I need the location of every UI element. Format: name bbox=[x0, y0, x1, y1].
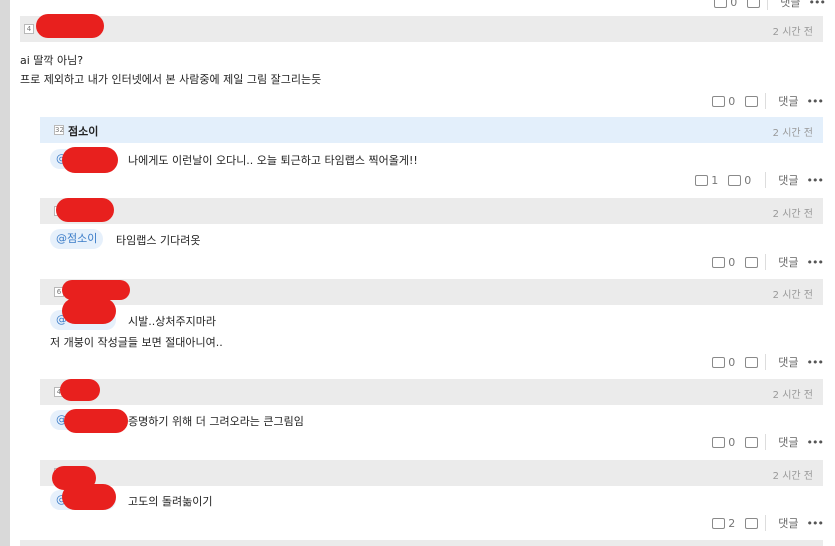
like-count: 1 bbox=[711, 173, 719, 187]
reply-button[interactable]: 댓글 bbox=[778, 172, 798, 188]
comment-thread: 0 댓글 ••• 4 2 시간 전 ai 딸깍 아님? 프로 제외하고 내가 인… bbox=[10, 0, 835, 546]
reply-text: 고도의 돌려놂이기 bbox=[128, 495, 213, 508]
reply-text: 시발..상처주지마라 bbox=[128, 315, 216, 328]
divider bbox=[765, 254, 767, 270]
dislike-count: 0 bbox=[744, 173, 752, 187]
reply-header: 2 시간 전 bbox=[40, 460, 823, 490]
reply-actions: 2 댓글 ••• bbox=[712, 515, 824, 531]
thumbs-up-icon[interactable] bbox=[712, 356, 726, 368]
more-icon[interactable]: ••• bbox=[807, 174, 824, 187]
thumbs-down-icon[interactable] bbox=[745, 436, 759, 448]
divider bbox=[767, 0, 769, 10]
redacted-mention bbox=[62, 484, 116, 510]
reply-header: 32 점소이 2 시간 전 bbox=[40, 117, 823, 143]
divider bbox=[765, 172, 767, 188]
thumbs-up-icon[interactable] bbox=[712, 95, 726, 107]
reply-time: 2 시간 전 bbox=[772, 471, 813, 482]
reply-button[interactable]: 댓글 bbox=[778, 354, 798, 370]
thumbs-down-icon[interactable] bbox=[745, 95, 759, 107]
redacted-nickname bbox=[60, 379, 100, 401]
level-icon: 32 bbox=[54, 125, 64, 135]
divider bbox=[765, 354, 767, 370]
comment-text-line: 프로 제외하고 내가 인터넷에서 본 사람중에 제일 그림 잘그리는듯 bbox=[20, 73, 322, 86]
reply-button[interactable]: 댓글 bbox=[778, 434, 798, 450]
thumbs-down-icon[interactable] bbox=[745, 517, 759, 529]
divider bbox=[765, 515, 767, 531]
reply-button[interactable]: 댓글 bbox=[778, 254, 798, 270]
reply-text: 나에게도 이런날이 오다니.. 오늘 퇴근하고 타임랩스 찍어올게!! bbox=[128, 154, 418, 167]
thumbs-up-icon[interactable] bbox=[695, 174, 709, 186]
redacted-mention bbox=[64, 409, 128, 433]
more-icon[interactable]: ••• bbox=[807, 436, 824, 449]
reply-button[interactable]: 댓글 bbox=[778, 93, 798, 109]
thumbs-down-icon[interactable] bbox=[747, 0, 761, 8]
like-count: 0 bbox=[728, 435, 736, 449]
reply-header: 4 2 시간 전 bbox=[40, 379, 823, 405]
thumbs-up-icon[interactable] bbox=[712, 436, 726, 448]
reply-header: 6 2 시간 전 bbox=[40, 279, 823, 305]
top-action-bar: 0 댓글 ••• bbox=[714, 0, 826, 10]
comment-header: 4 2 시간 전 bbox=[20, 14, 823, 42]
reply-nickname[interactable]: 점소이 bbox=[68, 123, 98, 139]
redacted-mention bbox=[62, 147, 118, 173]
redacted-nickname bbox=[36, 14, 104, 38]
mention-tag[interactable]: @점소이 bbox=[50, 229, 104, 249]
redacted-mention bbox=[62, 298, 116, 324]
reply-button[interactable]: 댓글 bbox=[778, 515, 798, 531]
thumbs-down-icon[interactable] bbox=[728, 174, 742, 186]
thumbs-up-icon[interactable] bbox=[712, 517, 726, 529]
more-icon[interactable]: ••• bbox=[807, 256, 824, 269]
like-count: 2 bbox=[728, 516, 736, 530]
like-count: 0 bbox=[730, 0, 738, 9]
reply-text: 증명하기 위해 더 그려오라는 큰그림임 bbox=[128, 415, 304, 428]
reply-text-line: 저 개붕이 작성글들 보면 절대아니여.. bbox=[50, 336, 223, 349]
reply-header: 8 2 시간 전 bbox=[40, 198, 823, 224]
reply-button[interactable]: 댓글 bbox=[780, 0, 800, 10]
reply-time: 2 시간 전 bbox=[772, 209, 813, 220]
reply-actions: 0 댓글 ••• bbox=[712, 434, 824, 450]
like-count: 0 bbox=[728, 255, 736, 269]
more-icon[interactable]: ••• bbox=[807, 356, 824, 369]
next-comment-header bbox=[20, 540, 823, 546]
redacted-nickname bbox=[56, 198, 114, 222]
more-icon[interactable]: ••• bbox=[809, 0, 826, 9]
thumbs-down-icon[interactable] bbox=[745, 256, 759, 268]
reply-time: 2 시간 전 bbox=[772, 390, 813, 401]
like-count: 0 bbox=[728, 355, 736, 369]
reply-actions: 0 댓글 ••• bbox=[712, 254, 824, 270]
reply-text: 타임랩스 기다려옷 bbox=[116, 234, 201, 247]
reply-time: 2 시간 전 bbox=[772, 128, 813, 139]
like-count: 0 bbox=[728, 94, 736, 108]
comment-time: 2 시간 전 bbox=[772, 27, 813, 38]
left-border bbox=[0, 0, 10, 546]
reply-actions: 0 댓글 ••• bbox=[712, 354, 824, 370]
thumbs-up-icon[interactable] bbox=[714, 0, 728, 8]
redacted-nickname bbox=[62, 280, 130, 300]
comment-text-line: ai 딸깍 아님? bbox=[20, 54, 84, 67]
comment-actions: 0 댓글 ••• bbox=[712, 93, 824, 109]
reply-actions: 1 0 댓글 ••• bbox=[695, 172, 824, 188]
thumbs-down-icon[interactable] bbox=[745, 356, 759, 368]
more-icon[interactable]: ••• bbox=[807, 95, 824, 108]
level-icon: 4 bbox=[24, 24, 34, 34]
reply-time: 2 시간 전 bbox=[772, 290, 813, 301]
more-icon[interactable]: ••• bbox=[807, 517, 824, 530]
divider bbox=[765, 93, 767, 109]
divider bbox=[765, 434, 767, 450]
thumbs-up-icon[interactable] bbox=[712, 256, 726, 268]
